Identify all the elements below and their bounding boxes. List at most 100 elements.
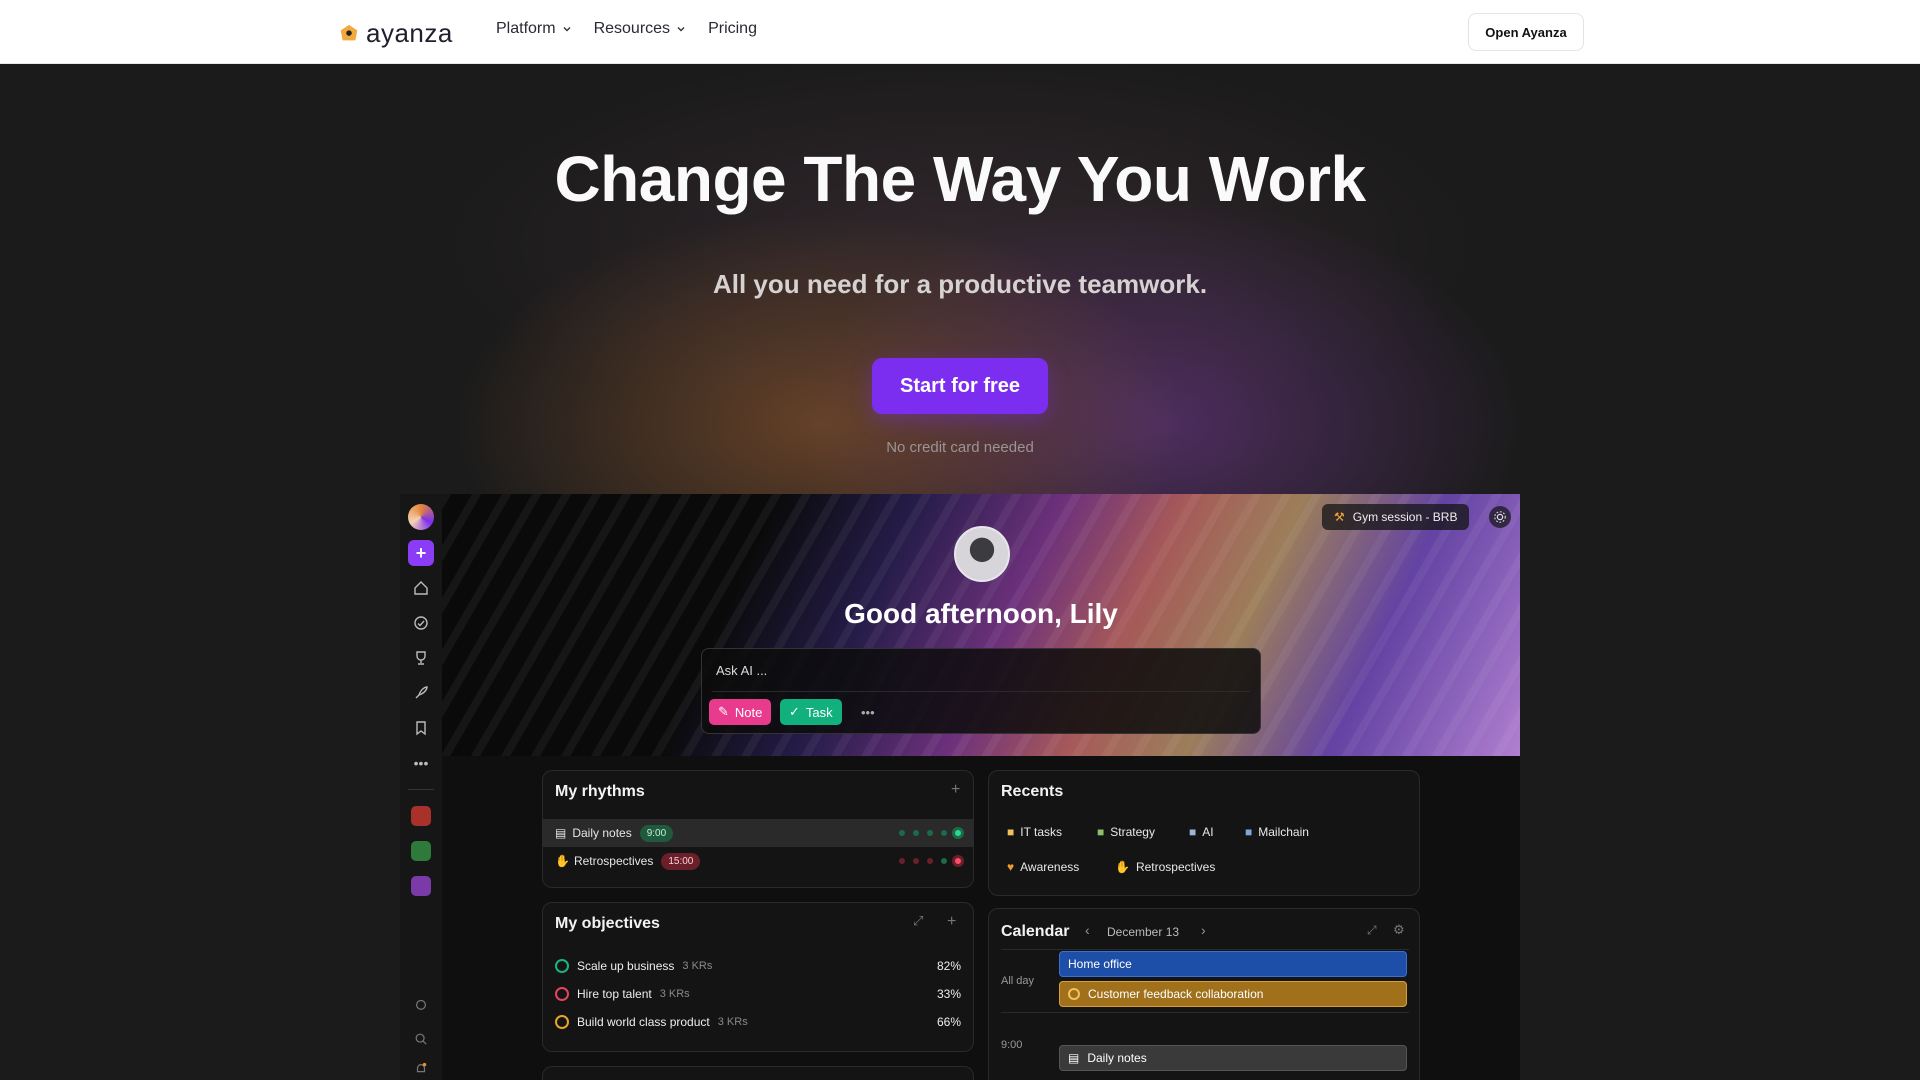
recent-item[interactable]: ■ Strategy — [1097, 825, 1155, 839]
objective-progress-ring — [555, 1015, 569, 1029]
add-objective-button[interactable]: + — [947, 913, 956, 931]
objectives-card: My objectives ⤢ + Scale up business 3 KR… — [542, 902, 974, 1052]
nav-platform[interactable]: Platform — [496, 20, 572, 38]
recent-item[interactable]: ♥ Awareness — [1007, 860, 1079, 874]
timer-icon[interactable] — [411, 994, 431, 1014]
rhythm-row[interactable]: ▤ Daily notes 9:00 — [543, 819, 973, 847]
calendar-event-label: Customer feedback collaboration — [1088, 987, 1264, 1001]
hero-section: Change The Way You Work All you need for… — [0, 64, 1920, 1080]
recent-item[interactable]: ■ Mailchain — [1245, 825, 1309, 839]
objective-row[interactable]: Build world class product 3 KRs 66% — [555, 1011, 961, 1033]
check-icon: ✓ — [789, 704, 800, 719]
hero-title: Change The Way You Work — [554, 143, 1366, 215]
brand-logo[interactable]: ayanza — [338, 18, 453, 49]
robot-icon: ■ — [1189, 825, 1197, 839]
recent-item[interactable]: ✋ Retrospectives — [1115, 860, 1215, 874]
objective-label: Build world class product — [577, 1015, 710, 1029]
workspace-avatar[interactable] — [408, 504, 434, 530]
gift-space-icon[interactable] — [411, 876, 431, 896]
objective-krs: 3 KRs — [717, 1016, 748, 1028]
expand-icon[interactable]: ⤢ — [913, 913, 923, 929]
rhythm-streak — [899, 858, 961, 864]
rhythm-row[interactable]: ✋ Retrospectives 15:00 — [543, 847, 973, 875]
rhythm-time-badge: 9:00 — [639, 824, 674, 842]
recent-item[interactable]: ■ IT tasks — [1007, 825, 1062, 839]
gear-icon[interactable]: ⚙ — [1393, 922, 1405, 938]
objective-row[interactable]: Scale up business 3 KRs 82% — [555, 955, 961, 977]
pencil-icon: ✎ — [718, 704, 729, 719]
add-icon[interactable]: + — [408, 540, 434, 566]
start-for-free-button[interactable]: Start for free — [872, 358, 1048, 414]
rhythm-streak — [899, 830, 961, 836]
rocket-icon[interactable] — [411, 683, 431, 703]
time-label: 9:00 — [1001, 1039, 1023, 1051]
dumbbell-icon: ⚒ — [1334, 510, 1345, 524]
more-icon[interactable]: ••• — [411, 753, 431, 773]
status-chip[interactable]: ⚒ Gym session - BRB — [1322, 504, 1470, 530]
circle-icon — [1068, 988, 1080, 1000]
recents-title: Recents — [1001, 783, 1064, 800]
objective-krs: 3 KRs — [659, 988, 690, 1000]
trophy-icon[interactable] — [411, 648, 431, 668]
briefcase-icon: ■ — [1097, 825, 1105, 839]
chevron-down-icon — [563, 27, 571, 32]
rhythm-label: Retrospectives — [573, 854, 654, 868]
objective-percent: 33% — [936, 987, 961, 1001]
user-avatar[interactable] — [954, 526, 1010, 582]
objective-row[interactable]: Hire top talent 3 KRs 33% — [555, 983, 961, 1005]
gear-icon[interactable] — [1489, 506, 1511, 528]
objective-percent: 66% — [936, 1015, 961, 1029]
top-nav: ayanza Platform Resources Pricing Open A… — [0, 0, 1920, 64]
recent-item[interactable]: ■ AI — [1189, 825, 1214, 839]
ask-ai-input[interactable]: Ask AI ... — [716, 663, 767, 678]
globe-space-icon[interactable] — [411, 841, 431, 861]
nav-platform-label: Platform — [496, 20, 556, 37]
status-chip-label: Gym session - BRB — [1352, 510, 1458, 524]
greeting-banner: ⚒ Gym session - BRB Good afternoon, Lily… — [442, 494, 1520, 756]
bookmark-icon[interactable] — [411, 718, 431, 738]
notebook-icon: ▤ — [555, 826, 567, 840]
fire-space-icon[interactable] — [411, 806, 431, 826]
objective-label: Scale up business — [577, 959, 675, 973]
app-preview: + ••• ⚒ Gym session - BRB Good afternoon… — [400, 494, 1520, 1080]
nav-pricing[interactable]: Pricing — [708, 20, 757, 38]
recent-item-label: Retrospectives — [1135, 860, 1216, 874]
more-options-button[interactable]: ••• — [852, 699, 884, 725]
notebook-icon: ▤ — [1068, 1051, 1080, 1065]
recent-item-label: IT tasks — [1020, 825, 1063, 839]
all-day-label: All day — [1001, 975, 1035, 987]
chevron-left-icon[interactable]: ‹ — [1085, 922, 1090, 938]
calendar-date: December 13 — [1107, 925, 1180, 939]
hand-icon: ✋ — [555, 854, 570, 868]
objective-percent: 82% — [936, 959, 961, 973]
home-icon[interactable] — [411, 578, 431, 598]
search-icon[interactable] — [411, 1029, 431, 1049]
objective-progress-ring — [555, 987, 569, 1001]
note-button[interactable]: ✎ Note — [709, 699, 772, 725]
nav-links: Platform Resources Pricing — [496, 20, 757, 38]
expand-icon[interactable]: ⤢ — [1367, 923, 1377, 938]
person-icon: ■ — [1007, 825, 1015, 839]
calendar-event[interactable]: ▤ Daily notes — [1059, 1045, 1407, 1071]
bell-icon[interactable] — [411, 1059, 431, 1079]
add-rhythm-button[interactable]: + — [951, 781, 960, 799]
calendar-card: Calendar ‹ December 13 › ⤢ ⚙ All day Hom… — [988, 908, 1420, 1080]
ask-ai-box[interactable]: Ask AI ... ✎ Note ✓ Task ••• — [701, 648, 1261, 734]
nav-resources[interactable]: Resources — [594, 20, 686, 38]
nav-resources-label: Resources — [593, 20, 671, 37]
ask-divider — [712, 691, 1250, 692]
calendar-event[interactable]: Customer feedback collaboration — [1059, 981, 1407, 1007]
calendar-divider — [1001, 949, 1409, 950]
task-button[interactable]: ✓ Task — [780, 699, 842, 725]
rhythm-time-badge: 15:00 — [661, 852, 701, 870]
no-credit-card-note: No credit card needed — [886, 439, 1034, 456]
check-circle-icon[interactable] — [411, 613, 431, 633]
objective-krs: 3 KRs — [682, 960, 713, 972]
task-button-label: Task — [805, 704, 833, 720]
chevron-right-icon[interactable]: › — [1201, 922, 1206, 938]
calendar-event[interactable]: Home office — [1059, 951, 1407, 977]
calendar-title: Calendar — [1001, 923, 1070, 940]
open-ayanza-button[interactable]: Open Ayanza — [1468, 13, 1584, 51]
rhythms-card: My rhythms + ▤ Daily notes 9:00 ✋ Retros… — [542, 770, 974, 888]
greeting-text: Good afternoon, Lily — [844, 598, 1118, 629]
